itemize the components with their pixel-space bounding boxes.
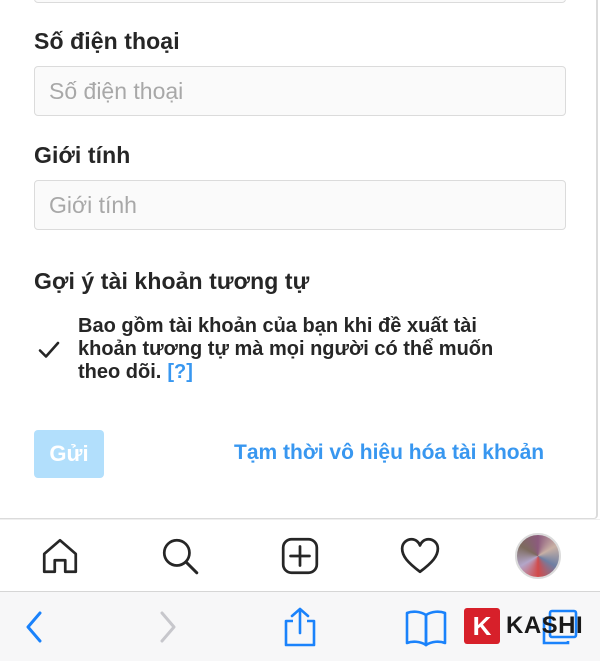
bookmarks-icon (405, 610, 447, 647)
app-tab-bar (0, 519, 600, 592)
similar-accounts-text: Bao gồm tài khoản của bạn khi đề xuất tà… (78, 315, 494, 383)
search-tab[interactable] (158, 534, 202, 578)
share-icon (284, 607, 316, 647)
submit-button[interactable]: Gửi (34, 430, 104, 478)
bookmarks-button[interactable] (404, 606, 448, 648)
back-icon (26, 611, 42, 643)
previous-input-field[interactable] (34, 0, 566, 3)
kashi-logo-badge: K (464, 608, 500, 644)
similar-accounts-checkbox[interactable] (34, 335, 64, 365)
kashi-logo-text: KASHI (506, 612, 584, 639)
home-icon (42, 538, 78, 574)
similar-accounts-option: Bao gồm tài khoản của bạn khi đề xuất tà… (34, 315, 534, 387)
phone-label: Số điện thoại (34, 28, 180, 54)
edit-profile-form: Số điện thoại Giới tính Gợi ý tài khoản … (0, 0, 598, 519)
deactivate-account-link[interactable]: Tạm thời vô hiệu hóa tài khoản (234, 441, 544, 465)
checkmark-icon (38, 341, 60, 358)
similar-accounts-heading: Gợi ý tài khoản tương tự (34, 268, 310, 294)
phone-input[interactable] (34, 66, 566, 116)
gender-input[interactable] (34, 180, 566, 230)
activity-heart-icon (400, 537, 440, 574)
new-post-icon (281, 537, 319, 575)
activity-tab[interactable] (398, 534, 442, 578)
back-button[interactable] (22, 606, 46, 648)
home-tab[interactable] (38, 534, 82, 578)
help-link[interactable]: [?] (167, 361, 193, 383)
similar-accounts-description: Bao gồm tài khoản của bạn khi đề xuất tà… (78, 315, 518, 384)
kashi-watermark: K KASHI (464, 608, 583, 644)
new-post-tab[interactable] (278, 534, 322, 578)
profile-avatar[interactable] (515, 533, 561, 579)
share-button[interactable] (280, 606, 320, 648)
page: Số điện thoại Giới tính Gợi ý tài khoản … (0, 0, 600, 661)
forward-icon (160, 611, 176, 643)
search-icon (162, 538, 199, 575)
gender-label: Giới tính (34, 142, 131, 168)
forward-button[interactable] (156, 606, 180, 648)
